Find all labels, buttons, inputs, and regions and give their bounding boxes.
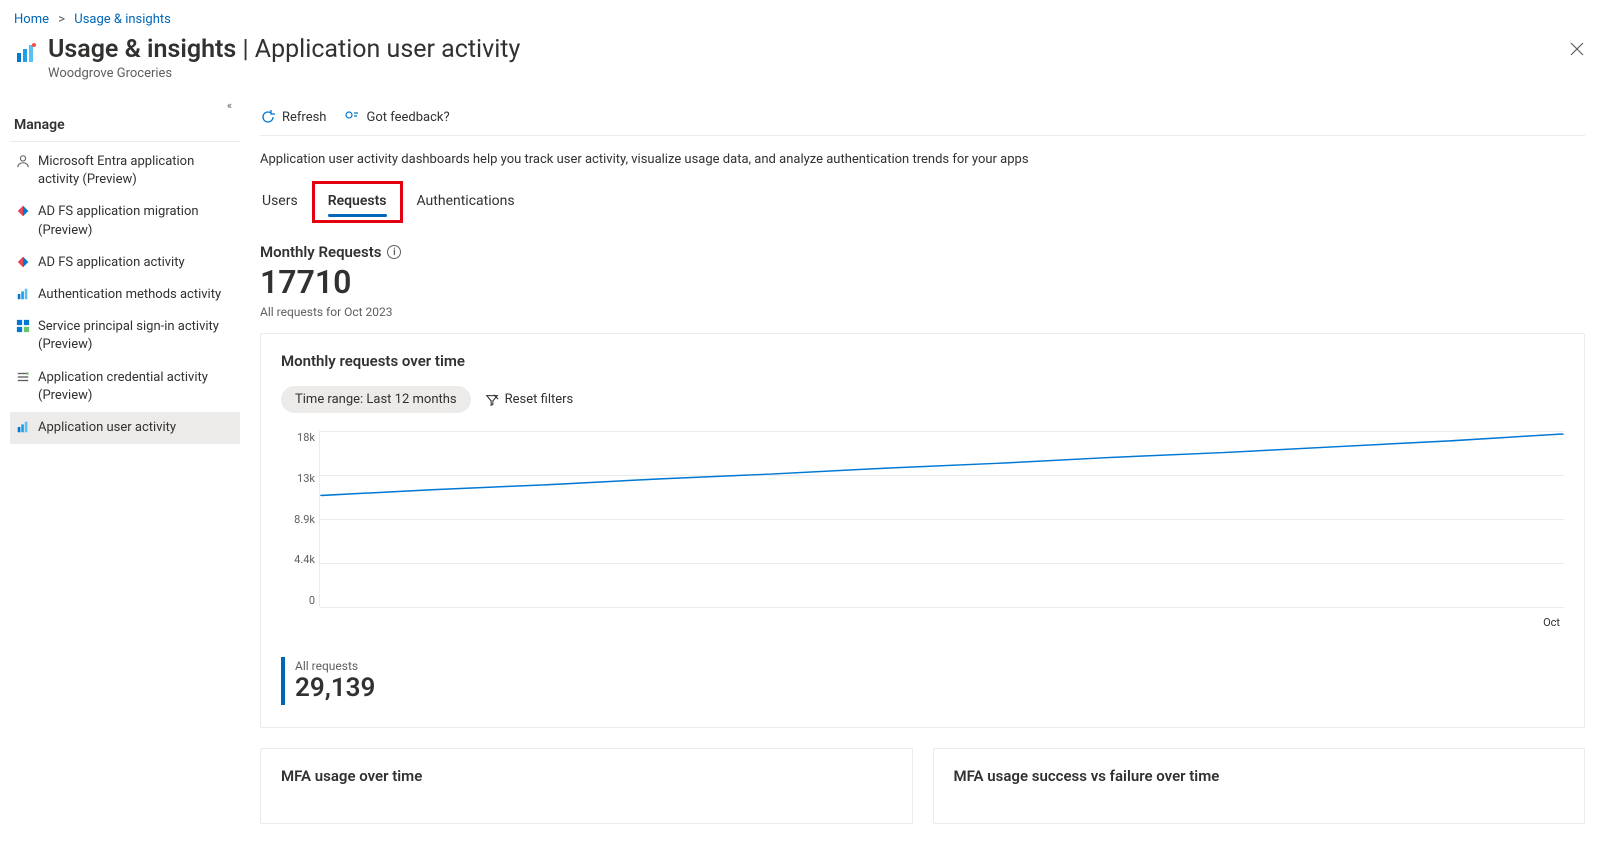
sidebar: « Manage Microsoft Entra application act… [0,99,240,841]
sidebar-item-app-user-activity[interactable]: Application user activity [10,412,240,444]
grid-icon [14,318,32,333]
sidebar-item-adfs-activity[interactable]: AD FS application activity [10,247,240,279]
close-icon [1569,41,1585,57]
breadcrumb-home[interactable]: Home [14,12,49,27]
insights-icon [14,41,38,65]
refresh-button[interactable]: Refresh [260,109,326,125]
y-tick: 0 [281,594,315,607]
sidebar-item-credential-activity[interactable]: Application credential activity (Preview… [10,362,240,412]
sidebar-item-service-principal[interactable]: Service principal sign-in activity (Prev… [10,311,240,361]
chart-summary-value: 29,139 [295,673,1564,703]
chart-card-requests-over-time: Monthly requests over time Time range: L… [260,333,1585,728]
sidebar-item-label: AD FS application migration (Preview) [38,203,234,239]
activity-icon [14,254,32,269]
y-tick: 13k [281,472,315,485]
bar-chart-icon [14,286,32,301]
bar-chart-icon [14,419,32,434]
chart-summary: All requests 29,139 [281,657,1564,705]
chart-line [320,431,1564,607]
y-tick: 18k [281,431,315,444]
reset-filters-button[interactable]: Reset filters [485,392,574,407]
card-mfa-usage-title: MFA usage over time [281,767,892,785]
page-description: Application user activity dashboards hel… [260,136,1585,185]
page-title-bold: Usage & insights [48,35,236,64]
page-icon [14,35,48,69]
sidebar-collapse[interactable]: « [227,99,232,112]
reset-filters-label: Reset filters [505,392,574,407]
sidebar-heading: Manage [10,99,240,142]
refresh-label: Refresh [282,110,326,125]
y-tick: 8.9k [281,513,315,526]
breadcrumb: Home > Usage & insights [0,0,1603,35]
info-icon[interactable]: i [387,245,401,259]
feedback-button[interactable]: Got feedback? [344,109,449,125]
close-button[interactable] [1569,41,1585,61]
kpi-monthly-requests: Monthly Requests i 17710 All requests fo… [260,225,1585,333]
sidebar-item-label: AD FS application activity [38,254,185,272]
page-title-thin: Application user activity [255,35,521,64]
sidebar-item-label: Application user activity [38,419,176,437]
chart-title: Monthly requests over time [281,352,1564,370]
sidebar-item-label: Service principal sign-in activity (Prev… [38,318,234,354]
page-header: Usage & insights | Application user acti… [0,35,1603,99]
page-title-sep: | [236,35,255,64]
card-mfa-usage: MFA usage over time [260,748,913,824]
card-mfa-success-title: MFA usage success vs failure over time [954,767,1565,785]
kpi-sub: All requests for Oct 2023 [260,305,1585,319]
kpi-label-text: Monthly Requests [260,243,381,261]
filter-reset-icon [485,393,499,407]
chart-y-ticks: 18k 13k 8.9k 4.4k 0 [281,431,315,607]
feedback-label: Got feedback? [366,110,449,125]
chart-area: 18k 13k 8.9k 4.4k 0 Oct [281,431,1564,631]
refresh-icon [260,109,276,125]
sidebar-item-auth-methods[interactable]: Authentication methods activity [10,279,240,311]
person-icon [14,153,32,168]
sidebar-item-label: Application credential activity (Preview… [38,369,234,405]
page-title: Usage & insights | Application user acti… [48,35,520,64]
sidebar-item-label: Authentication methods activity [38,286,221,304]
tab-requests[interactable]: Requests [326,187,389,215]
main-content: Refresh Got feedback? Application user a… [240,99,1603,841]
chart-summary-label: All requests [295,659,1564,673]
tab-authentications[interactable]: Authentications [415,187,517,215]
bottom-card-row: MFA usage over time MFA usage success vs… [260,748,1585,841]
sidebar-item-entra-app-activity[interactable]: Microsoft Entra application activity (Pr… [10,146,240,196]
time-range-pill[interactable]: Time range: Last 12 months [281,386,471,413]
tab-requests-label: Requests [328,193,387,209]
sidebar-item-label: Microsoft Entra application activity (Pr… [38,153,234,189]
y-tick: 4.4k [281,553,315,566]
list-icon [14,369,32,384]
breadcrumb-sep: > [58,12,65,27]
kpi-value: 17710 [260,263,1585,301]
kpi-label: Monthly Requests i [260,243,1585,261]
tab-users[interactable]: Users [260,187,300,215]
breadcrumb-section[interactable]: Usage & insights [74,12,171,27]
card-mfa-success-failure: MFA usage success vs failure over time [933,748,1586,824]
page-subtitle: Woodgrove Groceries [48,66,520,81]
tabs: Users Requests Authentications [260,185,1585,225]
migration-icon [14,203,32,218]
chart-x-tick: Oct [1543,616,1560,629]
chart-plot[interactable] [319,431,1564,607]
sidebar-item-adfs-migration[interactable]: AD FS application migration (Preview) [10,196,240,246]
toolbar: Refresh Got feedback? [260,99,1585,136]
chart-filter-row: Time range: Last 12 months Reset filters [281,386,1564,413]
feedback-icon [344,109,360,125]
